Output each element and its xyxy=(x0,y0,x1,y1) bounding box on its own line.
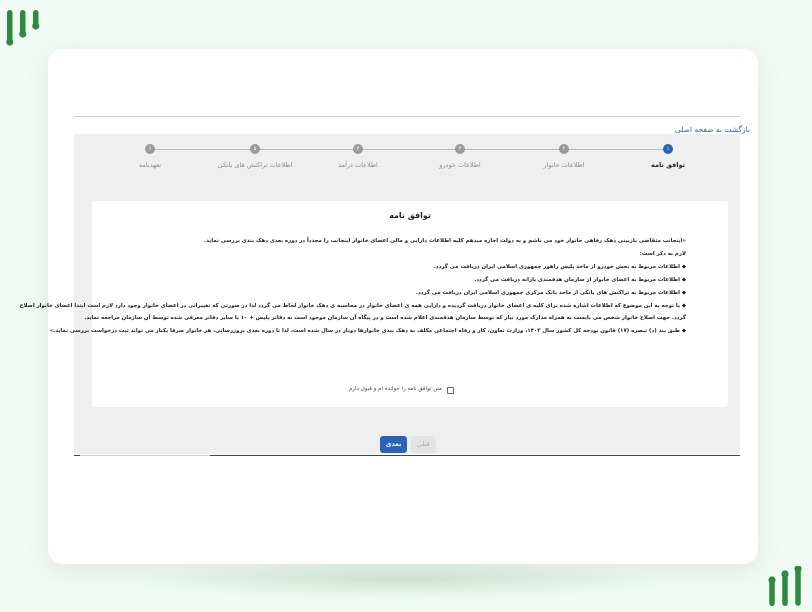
agreement-line: گردد. جهت اصلاح خانوار شخص می بایست به ه… xyxy=(84,315,686,322)
step-bank-transactions[interactable]: ۵ اطلاعات تراکنش های بانکی xyxy=(210,144,300,169)
step-number: ۴ xyxy=(353,144,363,154)
next-button[interactable]: بعدی xyxy=(380,436,407,453)
agreement-line: ◆ طبق بند (د) تبصره (۱۷) قانون بودجه کل … xyxy=(49,328,686,335)
step-label: اطلاعات خانوار xyxy=(543,161,585,169)
consent-checkbox[interactable] xyxy=(447,387,454,394)
back-to-home-link[interactable]: بازگشت به صفحه اصلی xyxy=(560,125,750,134)
step-agreement[interactable]: ۱ توافق نامه xyxy=(623,144,713,169)
step-label: اطلاعات درآمد xyxy=(338,161,378,169)
step-number: ۵ xyxy=(250,144,260,154)
step-label: اطلاعات تراکنش های بانکی xyxy=(217,161,293,169)
step-number: ۱ xyxy=(663,144,673,154)
step-commitment[interactable]: ۶ تعهدنامه xyxy=(105,144,195,169)
previous-button[interactable]: قبلی xyxy=(411,436,436,453)
agreement-line: ◆ اطلاعات مربوط به تراکنش های بانکی از م… xyxy=(415,289,686,296)
agreement-line: «اینجانب متقاضی بازبینی دهک رفاهی خانوار… xyxy=(204,238,686,244)
main-content: ۱ توافق نامه ۲ اطلاعات خانوار ۳ اطلاعات … xyxy=(19,134,740,454)
step-label: تعهدنامه xyxy=(138,161,162,169)
brand-logo-icon xyxy=(6,10,40,46)
page-bottom-divider-accent xyxy=(80,455,210,456)
step-vehicle[interactable]: ۳ اطلاعات خودرو xyxy=(415,144,505,169)
step-household[interactable]: ۲ اطلاعات خانوار xyxy=(519,144,609,169)
card-shadow xyxy=(120,560,680,600)
page-top-divider xyxy=(74,116,740,117)
wizard-stepper: ۱ توافق نامه ۲ اطلاعات خانوار ۳ اطلاعات … xyxy=(74,144,740,174)
agreement-line: ◆ با توجه به این موضوع که اطلاعات اشاره … xyxy=(19,302,686,309)
agreement-line: ◆ اطلاعات مربوط به بخش خودرو از ماخذ پلی… xyxy=(433,263,686,270)
agreement-panel: توافق نامه «اینجانب متقاضی بازبینی دهک ر… xyxy=(19,201,728,407)
agreement-text: «اینجانب متقاضی بازبینی دهک رفاهی خانوار… xyxy=(19,235,686,338)
step-label: توافق نامه xyxy=(651,161,685,169)
step-label: اطلاعات خودرو xyxy=(439,161,481,169)
agreement-title: توافق نامه xyxy=(389,211,431,220)
brand-logo-icon xyxy=(768,566,802,606)
agreement-line: ◆ اطلاعات مربوط به اعضای خانوار از سازما… xyxy=(474,276,686,283)
step-income[interactable]: ۴ اطلاعات درآمد xyxy=(313,144,403,169)
consent-row: متن توافق نامه را خوانده ام و قبول دارم xyxy=(332,386,454,398)
step-number: ۲ xyxy=(559,144,569,154)
consent-label[interactable]: متن توافق نامه را خوانده ام و قبول دارم xyxy=(349,386,442,392)
step-number: ۳ xyxy=(455,144,465,154)
step-number: ۶ xyxy=(145,144,155,154)
agreement-line: لازم به ذکر است: xyxy=(639,250,686,257)
